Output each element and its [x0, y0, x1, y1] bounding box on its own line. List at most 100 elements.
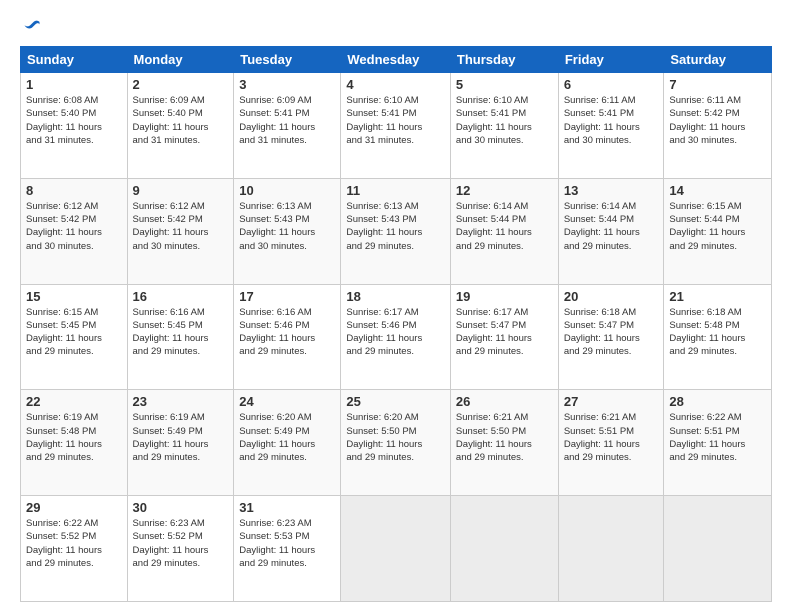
calendar-header-sunday: Sunday: [21, 47, 128, 73]
sunset-text: Sunset: 5:43 PM: [239, 214, 309, 225]
sunrise-text: Sunrise: 6:21 AM: [456, 412, 528, 423]
sunrise-text: Sunrise: 6:13 AM: [239, 201, 311, 212]
calendar-header-thursday: Thursday: [450, 47, 558, 73]
day-info: Sunrise: 6:22 AMSunset: 5:52 PMDaylight:…: [26, 517, 122, 570]
calendar-cell: 8Sunrise: 6:12 AMSunset: 5:42 PMDaylight…: [21, 178, 128, 284]
sunset-text: Sunset: 5:44 PM: [456, 214, 526, 225]
sunrise-text: Sunrise: 6:17 AM: [346, 307, 418, 318]
sunset-text: Sunset: 5:51 PM: [564, 426, 634, 437]
day-info: Sunrise: 6:10 AMSunset: 5:41 PMDaylight:…: [456, 94, 553, 147]
day-info: Sunrise: 6:14 AMSunset: 5:44 PMDaylight:…: [456, 200, 553, 253]
logo-bird-icon: [22, 16, 42, 36]
sunrise-text: Sunrise: 6:13 AM: [346, 201, 418, 212]
daylight-text-cont: and 29 minutes.: [669, 452, 737, 463]
sunset-text: Sunset: 5:52 PM: [133, 531, 203, 542]
daylight-text-cont: and 29 minutes.: [346, 452, 414, 463]
day-info: Sunrise: 6:20 AMSunset: 5:50 PMDaylight:…: [346, 411, 445, 464]
day-number: 27: [564, 394, 659, 409]
sunrise-text: Sunrise: 6:22 AM: [669, 412, 741, 423]
sunset-text: Sunset: 5:42 PM: [133, 214, 203, 225]
calendar-header-row: SundayMondayTuesdayWednesdayThursdayFrid…: [21, 47, 772, 73]
sunset-text: Sunset: 5:42 PM: [669, 108, 739, 119]
daylight-text-cont: and 29 minutes.: [239, 346, 307, 357]
day-info: Sunrise: 6:16 AM Sunset: 5:46 PM Daylight:…: [239, 306, 335, 359]
sunset-text: Sunset: 5:53 PM: [239, 531, 309, 542]
calendar-header-tuesday: Tuesday: [234, 47, 341, 73]
day-info: Sunrise: 6:11 AMSunset: 5:42 PMDaylight:…: [669, 94, 766, 147]
daylight-text-cont: and 29 minutes.: [239, 558, 307, 569]
daylight-text-cont: and 29 minutes.: [669, 241, 737, 252]
calendar-header-friday: Friday: [558, 47, 664, 73]
sunset-text: Sunset: 5:42 PM: [26, 214, 96, 225]
sunrise-text: Sunrise: 6:18 AM: [564, 307, 636, 318]
calendar-week-1: 1 Sunrise: 6:08 AMSunset: 5:40 PMDaylight…: [21, 73, 772, 179]
daylight-text-cont: and 30 minutes.: [669, 135, 737, 146]
sunrise-text: Sunrise: 6:16 AM: [239, 307, 311, 318]
daylight-text-cont: and 31 minutes.: [133, 135, 201, 146]
day-number: 9: [133, 183, 229, 198]
daylight-text-cont: and 29 minutes.: [26, 346, 94, 357]
calendar-cell: 28 Sunrise: 6:22 AMSunset: 5:51 PMDayligh…: [664, 390, 772, 496]
day-info: Sunrise: 6:13 AMSunset: 5:43 PMDaylight:…: [239, 200, 335, 253]
sunrise-text: Sunrise: 6:19 AM: [133, 412, 205, 423]
daylight-text: Daylight: 11 hours: [26, 122, 102, 133]
sunrise-text: Sunrise: 6:09 AM: [133, 95, 205, 106]
daylight-text: Daylight: 11 hours: [239, 333, 315, 344]
day-info: Sunrise: 6:10 AMSunset: 5:41 PMDaylight:…: [346, 94, 445, 147]
day-info: Sunrise: 6:23 AMSunset: 5:53 PMDaylight:…: [239, 517, 335, 570]
daylight-text: Daylight: 11 hours: [133, 333, 209, 344]
day-number: 28: [669, 394, 766, 409]
day-info: Sunrise: 6:19 AMSunset: 5:48 PMDaylight:…: [26, 411, 122, 464]
header: [20, 16, 772, 36]
day-info: Sunrise: 6:18 AMSunset: 5:47 PMDaylight:…: [564, 306, 659, 359]
calendar-cell: 31Sunrise: 6:23 AMSunset: 5:53 PMDayligh…: [234, 496, 341, 602]
day-info: Sunrise: 6:08 AMSunset: 5:40 PMDaylight:…: [26, 94, 122, 147]
calendar-cell: 24Sunrise: 6:20 AMSunset: 5:49 PMDayligh…: [234, 390, 341, 496]
daylight-text: Daylight: 11 hours: [26, 333, 102, 344]
sunset-text: Sunset: 5:45 PM: [26, 320, 96, 331]
daylight-text: Daylight: 11 hours: [456, 439, 532, 450]
calendar-week-4: 22Sunrise: 6:19 AMSunset: 5:48 PMDayligh…: [21, 390, 772, 496]
calendar-cell: 6Sunrise: 6:11 AMSunset: 5:41 PMDaylight…: [558, 73, 664, 179]
calendar-cell: 15Sunrise: 6:15 AMSunset: 5:45 PMDayligh…: [21, 284, 128, 390]
daylight-text-cont: and 30 minutes.: [456, 135, 524, 146]
day-info: Sunrise: 6:15 AMSunset: 5:44 PMDaylight:…: [669, 200, 766, 253]
daylight-text: Daylight: 11 hours: [346, 439, 422, 450]
day-number: 11: [346, 183, 445, 198]
sunrise-text: Sunrise: 6:20 AM: [346, 412, 418, 423]
day-info: Sunrise: 6:17 AMSunset: 5:47 PMDaylight:…: [456, 306, 553, 359]
daylight-text-cont: and 29 minutes.: [456, 452, 524, 463]
calendar-cell: 19Sunrise: 6:17 AMSunset: 5:47 PMDayligh…: [450, 284, 558, 390]
sunrise-text: Sunrise: 6:11 AM: [669, 95, 741, 106]
sunset-text: Sunset: 5:41 PM: [239, 108, 309, 119]
calendar-cell: 22Sunrise: 6:19 AMSunset: 5:48 PMDayligh…: [21, 390, 128, 496]
sunrise-text: Sunrise: 6:14 AM: [564, 201, 636, 212]
sunrise-text: Sunrise: 6:22 AM: [26, 518, 98, 529]
day-number: 8: [26, 183, 122, 198]
day-number: 26: [456, 394, 553, 409]
sunrise-text: Sunrise: 6:18 AM: [669, 307, 741, 318]
daylight-text: Daylight: 11 hours: [669, 439, 745, 450]
sunset-text: Sunset: 5:46 PM: [239, 320, 309, 331]
day-number: 16: [133, 289, 229, 304]
day-number: 1: [26, 77, 122, 92]
day-number: 5: [456, 77, 553, 92]
sunset-text: Sunset: 5:40 PM: [26, 108, 96, 119]
sunset-text: Sunset: 5:50 PM: [456, 426, 526, 437]
daylight-text: Daylight: 11 hours: [669, 227, 745, 238]
sunset-text: Sunset: 5:48 PM: [26, 426, 96, 437]
calendar-cell: 10Sunrise: 6:13 AMSunset: 5:43 PMDayligh…: [234, 178, 341, 284]
daylight-text-cont: and 29 minutes.: [564, 452, 632, 463]
day-info: Sunrise: 6:16 AMSunset: 5:45 PMDaylight:…: [133, 306, 229, 359]
day-number: 30: [133, 500, 229, 515]
day-info: Sunrise: 6:22 AMSunset: 5:51 PMDaylight:…: [669, 411, 766, 464]
day-info: Sunrise: 6:21 AM Sunset: 5:50 PM Daylight:…: [456, 411, 553, 464]
daylight-text: Daylight: 11 hours: [133, 122, 209, 133]
daylight-text-cont: and 29 minutes.: [456, 241, 524, 252]
calendar-cell: 12Sunrise: 6:14 AMSunset: 5:44 PMDayligh…: [450, 178, 558, 284]
calendar-cell: 16 Sunrise: 6:16 AMSunset: 5:45 PMDayligh…: [127, 284, 234, 390]
day-number: 3: [239, 77, 335, 92]
sunrise-text: Sunrise: 6:20 AM: [239, 412, 311, 423]
daylight-text-cont: and 29 minutes.: [564, 346, 632, 357]
daylight-text: Daylight: 11 hours: [133, 545, 209, 556]
